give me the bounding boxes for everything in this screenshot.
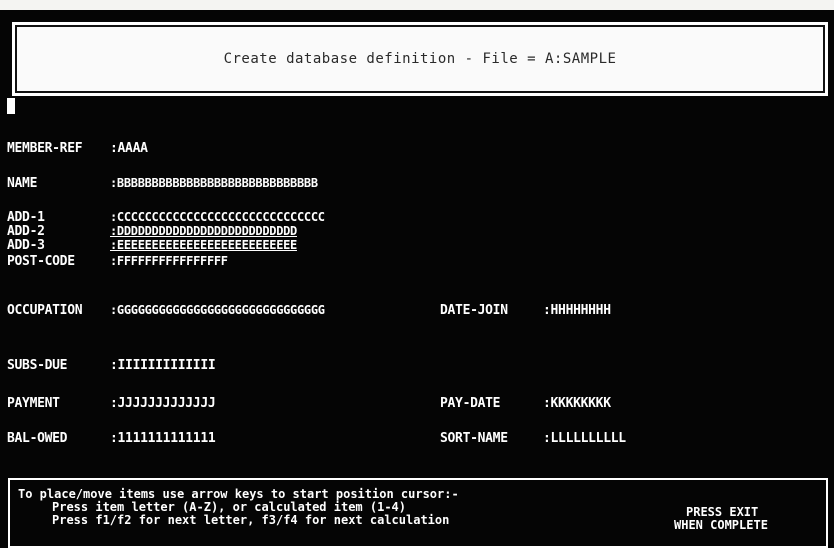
field-value-member-ref[interactable]: :AAAA	[110, 141, 148, 156]
field-label-pay-date: PAY-DATE	[440, 396, 501, 411]
help-line-2: Press item letter (A-Z), or calculated i…	[52, 500, 407, 514]
exit-hint-line-1: PRESS EXIT	[686, 505, 759, 519]
screen-top-edge	[0, 0, 834, 10]
field-value-add-3[interactable]: :EEEEEEEEEEEEEEEEEEEEEEEEEE	[110, 239, 297, 251]
field-label-post-code: POST-CODE	[7, 254, 75, 269]
field-value-add-1[interactable]: :CCCCCCCCCCCCCCCCCCCCCCCCCCCCCC	[110, 211, 325, 223]
field-label-date-join: DATE-JOIN	[440, 303, 508, 318]
field-value-add-2[interactable]: :DDDDDDDDDDDDDDDDDDDDDDDDDD	[110, 225, 297, 237]
field-label-sort-name: SORT-NAME	[440, 431, 508, 446]
field-label-add-3: ADD-3	[7, 238, 45, 253]
field-label-bal-owed: BAL-OWED	[7, 431, 68, 446]
field-value-bal-owed[interactable]: :1111111111111	[110, 431, 216, 446]
help-line-3: Press f1/f2 for next letter, f3/f4 for n…	[52, 513, 450, 527]
field-value-sort-name[interactable]: :LLLLLLLLLL	[543, 431, 626, 446]
help-line-1: To place/move items use arrow keys to st…	[18, 487, 459, 501]
field-value-payment[interactable]: :JJJJJJJJJJJJJ	[110, 396, 216, 411]
field-value-name[interactable]: :BBBBBBBBBBBBBBBBBBBBBBBBBBBBB	[110, 176, 318, 190]
field-label-member-ref: MEMBER-REF	[7, 141, 83, 156]
field-label-occupation: OCCUPATION	[7, 303, 83, 318]
field-value-subs-due[interactable]: :IIIIIIIIIIIII	[110, 358, 216, 373]
field-label-subs-due: SUBS-DUE	[7, 358, 68, 373]
screen-title: Create database definition - File = A:SA…	[223, 51, 617, 67]
help-box: To place/move items use arrow keys to st…	[8, 478, 828, 548]
field-label-payment: PAYMENT	[7, 396, 60, 411]
text-cursor[interactable]	[7, 98, 15, 114]
exit-hint-line-2: WHEN COMPLETE	[674, 518, 768, 532]
field-value-pay-date[interactable]: :KKKKKKKK	[543, 396, 611, 411]
field-value-post-code[interactable]: :FFFFFFFFFFFFFFFF	[110, 255, 228, 267]
field-value-date-join[interactable]: :HHHHHHHH	[543, 303, 611, 318]
field-label-add-2: ADD-2	[7, 224, 45, 239]
field-label-add-1: ADD-1	[7, 210, 45, 225]
title-box: Create database definition - File = A:SA…	[12, 22, 828, 96]
field-label-name: NAME	[7, 176, 38, 191]
terminal-screen: Create database definition - File = A:SA…	[0, 0, 834, 548]
field-value-occupation[interactable]: :GGGGGGGGGGGGGGGGGGGGGGGGGGGGGG	[110, 303, 325, 317]
